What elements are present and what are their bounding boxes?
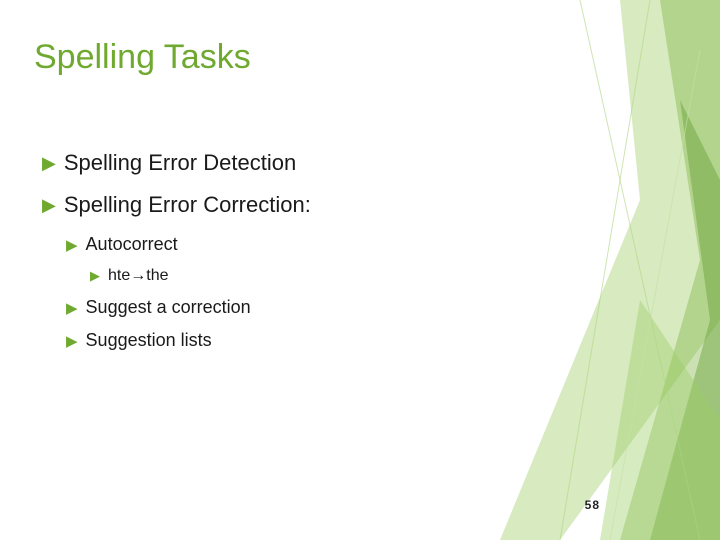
bullet-text: hte→the <box>108 267 168 285</box>
bullet-icon: ▶ <box>66 236 78 254</box>
bullet-level1: ▶ Spelling Error Correction: <box>42 192 311 218</box>
bullet-icon: ▶ <box>66 332 78 350</box>
bullet-icon: ▶ <box>42 195 56 216</box>
bullet-text: Spelling Error Correction: <box>64 192 311 218</box>
bullet-level2: ▶ Suggest a correction <box>66 297 311 318</box>
bullet-text: Spelling Error Detection <box>64 150 296 176</box>
bullet-level1: ▶ Spelling Error Detection <box>42 150 311 176</box>
bullet-icon: ▶ <box>90 268 100 284</box>
bullet-text: Suggestion lists <box>86 330 212 351</box>
slide-content: ▶ Spelling Error Detection ▶ Spelling Er… <box>42 150 311 363</box>
decorative-background <box>500 0 720 540</box>
bullet-icon: ▶ <box>42 153 56 174</box>
bullet-text: Autocorrect <box>86 234 178 255</box>
bullet-icon: ▶ <box>66 299 78 317</box>
bullet-level2: ▶ Suggestion lists <box>66 330 311 351</box>
bullet-level2: ▶ Autocorrect <box>66 234 311 255</box>
page-number: 58 <box>585 498 600 512</box>
slide-title: Spelling Tasks <box>34 38 251 77</box>
bullet-level3: ▶ hte→the <box>90 267 311 285</box>
bullet-text: Suggest a correction <box>86 297 251 318</box>
